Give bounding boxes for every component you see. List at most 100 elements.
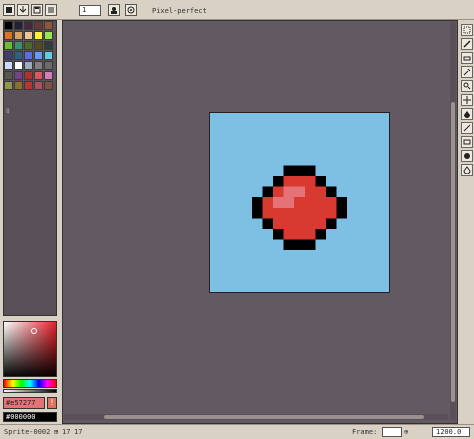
zoom-level: 1200.0 — [436, 428, 462, 436]
marquee-tool-button[interactable] — [461, 24, 473, 36]
sprite-art — [252, 165, 347, 250]
target-button[interactable] — [125, 4, 137, 16]
palette-swatch[interactable] — [34, 61, 43, 70]
palette-swatch[interactable] — [34, 21, 43, 30]
palette-swatch[interactable] — [14, 41, 23, 50]
palette-swatch[interactable] — [44, 51, 53, 60]
palette-swatch[interactable] — [4, 61, 13, 70]
palette-swatch[interactable] — [4, 71, 13, 80]
palette-swatch[interactable] — [34, 51, 43, 60]
eyedropper-tool-button[interactable] — [461, 66, 473, 78]
palette-swatch[interactable] — [24, 21, 33, 30]
open-button[interactable] — [17, 4, 29, 16]
mode-label: Pixel-perfect — [152, 7, 207, 15]
marquee-icon — [463, 26, 471, 34]
zoom-tool-button[interactable] — [461, 80, 473, 92]
vertical-scroll-thumb[interactable] — [451, 102, 455, 402]
download-icon — [19, 6, 27, 14]
save-button[interactable] — [31, 4, 43, 16]
palette-swatch[interactable] — [14, 31, 23, 40]
palette-swatch[interactable] — [4, 81, 13, 90]
pencil-icon — [463, 40, 471, 48]
color-picker[interactable] — [3, 321, 57, 377]
secondary-color-hex: #000000 — [6, 413, 36, 421]
palette-swatch[interactable] — [24, 31, 33, 40]
user-icon — [110, 6, 118, 14]
palette-swatch[interactable] — [44, 31, 53, 40]
palette-swatch[interactable] — [24, 41, 33, 50]
palette-swatch[interactable] — [34, 31, 43, 40]
new-sprite-button[interactable] — [3, 4, 15, 16]
palette-swatch[interactable] — [4, 41, 13, 50]
palette-grid — [4, 21, 56, 107]
palette-swatch[interactable] — [14, 71, 23, 80]
palette-swatch[interactable] — [44, 41, 53, 50]
horizontal-scroll-thumb[interactable] — [104, 415, 424, 419]
palette-swatch[interactable] — [24, 61, 33, 70]
menu-button[interactable] — [45, 4, 57, 16]
alpha-slider[interactable] — [3, 389, 57, 393]
palette-swatch[interactable] — [4, 51, 13, 60]
ellipse-tool-button[interactable] — [461, 150, 473, 162]
warning-icon: ! — [49, 398, 55, 407]
eraser-icon — [463, 54, 471, 62]
target-icon — [127, 6, 135, 14]
rectangle-icon — [463, 138, 471, 146]
palette-swatch[interactable] — [4, 21, 13, 30]
palette-swatch[interactable] — [14, 61, 23, 70]
zoom-value: 1 — [82, 6, 87, 14]
new-icon — [5, 6, 13, 14]
zoom-icon — [463, 82, 471, 90]
vertical-scrollbar[interactable] — [450, 22, 456, 420]
palette-swatch[interactable] — [44, 21, 53, 30]
frame-input[interactable] — [382, 427, 402, 437]
palette-swatch[interactable] — [14, 21, 23, 30]
palette-swatch[interactable] — [4, 31, 13, 40]
zoom-input[interactable]: 1 — [79, 5, 101, 16]
blur-icon — [463, 166, 471, 174]
pencil-tool-button[interactable] — [461, 38, 473, 50]
fill-icon — [463, 110, 471, 118]
palette-swatch[interactable] — [34, 41, 43, 50]
move-tool-button[interactable] — [461, 94, 473, 106]
palette-swatch[interactable] — [44, 81, 53, 90]
palette-swatch[interactable] — [44, 71, 53, 80]
move-icon — [463, 96, 471, 104]
horizontal-scrollbar[interactable] — [64, 414, 448, 420]
blur-tool-button[interactable] — [461, 164, 473, 176]
palette-swatch[interactable] — [34, 81, 43, 90]
palette-swatch[interactable] — [34, 71, 43, 80]
warning-button[interactable]: ! — [47, 397, 57, 409]
palette-swatch[interactable] — [24, 81, 33, 90]
palette-index: 8 — [6, 108, 10, 115]
palette-swatch[interactable] — [24, 51, 33, 60]
ellipse-icon — [463, 152, 471, 160]
primary-color-field[interactable]: #e57277 — [3, 397, 45, 409]
palette-swatch[interactable] — [24, 71, 33, 80]
menu-icon — [47, 6, 55, 14]
zoom-icon: ⊕ — [404, 428, 409, 436]
rectangle-tool-button[interactable] — [461, 136, 473, 148]
line-tool-button[interactable] — [461, 122, 473, 134]
sprite-name: Sprite-0002 — [4, 428, 51, 436]
saturation-value-area[interactable] — [4, 322, 56, 376]
hue-slider[interactable] — [3, 379, 57, 388]
eraser-tool-button[interactable] — [461, 52, 473, 64]
eyedropper-icon — [463, 68, 471, 76]
sprite-canvas[interactable] — [209, 112, 390, 293]
status-bar: Sprite-0002 ⊞ 17 17 Frame: ⊕ 1200.0 — [0, 424, 474, 439]
size-width: 17 — [62, 428, 71, 436]
palette-swatch[interactable] — [14, 81, 23, 90]
picker-cursor[interactable] — [31, 328, 37, 334]
save-icon — [33, 6, 41, 14]
size-icon: ⊞ — [54, 428, 59, 436]
fill-tool-button[interactable] — [461, 108, 473, 120]
line-icon — [463, 124, 471, 132]
primary-color-hex: #e57277 — [6, 399, 36, 407]
palette-swatch[interactable] — [44, 61, 53, 70]
secondary-color-field[interactable]: #000000 — [3, 412, 57, 422]
user-button[interactable] — [108, 4, 120, 16]
size-height: 17 — [74, 428, 83, 436]
zoom-field[interactable]: 1200.0 — [432, 427, 470, 437]
palette-swatch[interactable] — [14, 51, 23, 60]
